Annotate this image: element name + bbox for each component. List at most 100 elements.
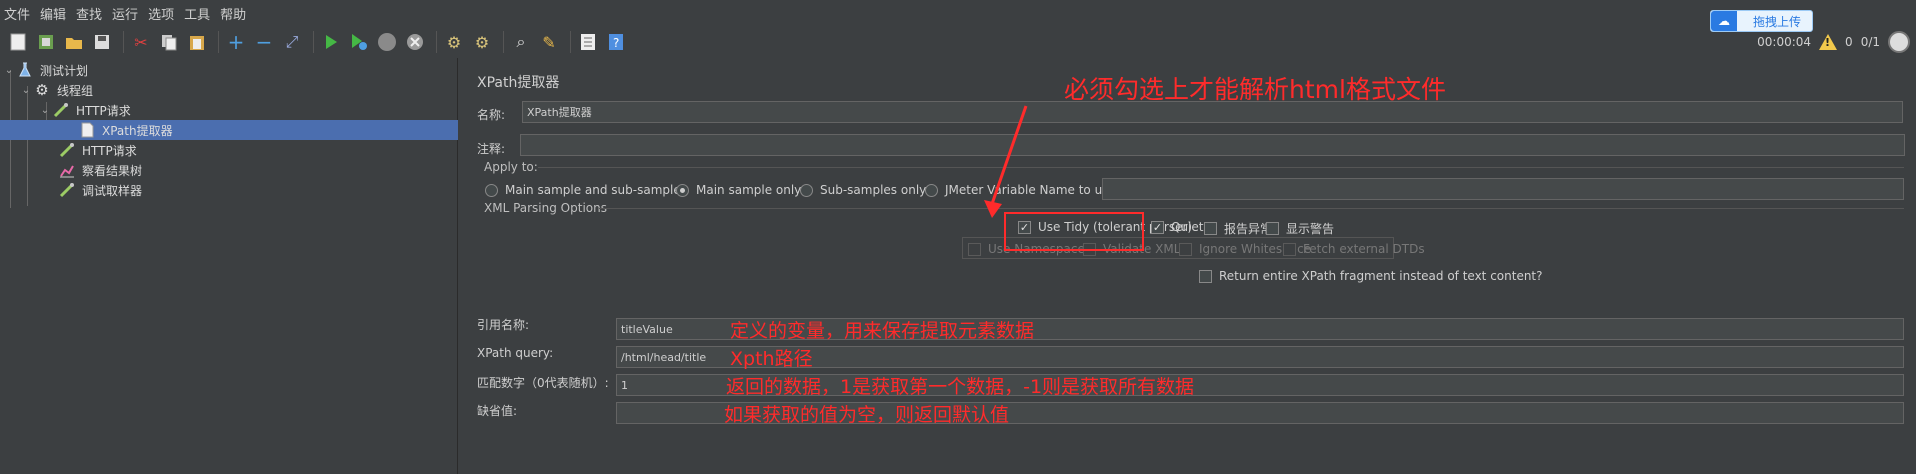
apply-to-title: Apply to: — [484, 160, 538, 174]
clear-all-icon[interactable]: ⚙ — [470, 30, 494, 54]
pipette-icon — [58, 182, 76, 198]
checkbox-indicator — [1266, 222, 1279, 235]
menu-tools[interactable]: 工具 — [184, 4, 210, 23]
chevron-down-icon[interactable]: ⌄ — [2, 65, 16, 76]
apply-main-only-radio[interactable]: Main sample only — [676, 183, 801, 197]
variable-name-input[interactable] — [1102, 178, 1904, 200]
quiet-checkbox[interactable]: ✓ Quiet — [1151, 220, 1203, 234]
tree-item-label: 线程组 — [57, 83, 94, 98]
fetch-dtds-checkbox[interactable]: Fetch external DTDs — [1283, 242, 1425, 256]
menu-bar: 文件 编辑 查找 运行 选项 工具 帮助 — [0, 0, 1916, 26]
start-icon[interactable] — [319, 30, 343, 54]
function-helper-icon[interactable] — [576, 30, 600, 54]
toolbar-separator — [570, 31, 571, 53]
checkbox-label: 显示警告 — [1286, 222, 1335, 236]
test-plan-tree: ⌄ 测试计划 ⌄ ⚙ 线程组 ⌄ HTTP请求 XPath提取器 HTTP请求 … — [0, 58, 458, 474]
pipette-icon — [52, 102, 70, 118]
chevron-down-icon[interactable]: ⌄ — [19, 85, 33, 96]
ref-name-annotation: 定义的变量，用来保存提取元素数据 — [730, 320, 1035, 342]
checkbox-indicator: ✓ — [1151, 220, 1164, 234]
clear-icon[interactable]: ⚙ — [442, 30, 466, 54]
tree-item-test-plan[interactable]: ⌄ 测试计划 — [0, 60, 458, 80]
tree-item-debug-sampler[interactable]: 调试取样器 — [0, 180, 458, 200]
radio-label: Main sample only — [696, 183, 802, 197]
menu-run[interactable]: 运行 — [112, 4, 138, 23]
return-fragment-checkbox[interactable]: Return entire XPath fragment instead of … — [1199, 269, 1543, 283]
svg-text:?: ? — [613, 36, 619, 50]
toolbar: ✂ + − ⤢ ⚙ ⚙ ⌕ ✎ ? — [0, 26, 1916, 58]
xpath-query-label: XPath query: — [477, 346, 554, 360]
chevron-down-icon[interactable]: ⌄ — [38, 105, 52, 116]
checkbox-label: Fetch external DTDs — [1303, 242, 1425, 256]
open-icon[interactable] — [62, 30, 86, 54]
templates-icon[interactable] — [34, 30, 58, 54]
report-errors-checkbox[interactable]: 报告异常 — [1204, 220, 1272, 237]
show-warnings-checkbox[interactable]: 显示警告 — [1266, 220, 1334, 237]
search-icon[interactable]: ⌕ — [509, 30, 533, 54]
tree-item-thread-group[interactable]: ⌄ ⚙ 线程组 — [0, 80, 458, 100]
tree-item-view-results-tree[interactable]: 察看结果树 — [0, 160, 458, 180]
toolbar-separator — [436, 31, 437, 53]
radio-indicator — [485, 183, 498, 197]
remote-globe-icon[interactable] — [1888, 31, 1910, 53]
comment-label: 注释: — [477, 142, 506, 156]
tree-item-http-request-2[interactable]: HTTP请求 — [0, 140, 458, 160]
paste-icon[interactable] — [185, 30, 209, 54]
tree-item-label: HTTP请求 — [76, 103, 131, 118]
menu-options[interactable]: 选项 — [148, 4, 174, 23]
name-label: 名称: — [477, 108, 506, 122]
tidy-highlight-box — [1004, 212, 1144, 251]
help-icon[interactable]: ? — [604, 30, 628, 54]
apply-main-and-sub-radio[interactable]: Main sample and sub-samples — [485, 183, 687, 197]
group-divider — [538, 167, 1904, 168]
cut-icon[interactable]: ✂ — [129, 30, 153, 54]
checkbox-indicator — [1204, 222, 1217, 235]
warning-icon[interactable] — [1819, 34, 1838, 50]
new-icon[interactable] — [6, 30, 30, 54]
toolbar-separator — [503, 31, 504, 53]
radio-indicator — [676, 183, 689, 197]
page-title: XPath提取器 — [477, 75, 560, 91]
menu-search[interactable]: 查找 — [76, 4, 102, 23]
menu-help[interactable]: 帮助 — [220, 4, 246, 23]
tree-item-xpath-extractor[interactable]: XPath提取器 — [0, 120, 458, 140]
gear-icon: ⚙ — [35, 81, 49, 99]
match-annotation: 返回的数据，1是获取第一个数据，-1则是获取所有数据 — [726, 376, 1195, 398]
checkbox-label: Return entire XPath fragment instead of … — [1219, 269, 1543, 283]
pipette-icon — [58, 142, 76, 158]
checkbox-label: 报告异常 — [1224, 222, 1273, 236]
start-no-pause-icon[interactable] — [347, 30, 371, 54]
apply-sub-only-radio[interactable]: Sub-samples only — [800, 183, 926, 197]
group-divider — [599, 208, 1904, 209]
toggle-icon[interactable]: ⤢ — [280, 30, 304, 54]
reset-search-icon[interactable]: ✎ — [537, 30, 561, 54]
copy-icon[interactable] — [157, 30, 181, 54]
tree-item-http-request-1[interactable]: ⌄ HTTP请求 — [0, 100, 458, 120]
tidy-annotation: 必须勾选上才能解析html格式文件 — [1064, 75, 1446, 104]
warning-count: 0 — [1845, 35, 1853, 49]
xpath-annotation: Xpth路径 — [730, 348, 813, 370]
elapsed-timer: 00:00:04 — [1757, 35, 1812, 49]
menu-file[interactable]: 文件 — [4, 4, 30, 23]
comment-field[interactable] — [520, 134, 1905, 156]
tree-item-label: 测试计划 — [40, 63, 89, 78]
radio-label: Main sample and sub-samples — [505, 183, 687, 197]
checkbox-indicator — [968, 242, 981, 256]
checkbox-indicator — [1179, 242, 1192, 256]
menu-edit[interactable]: 编辑 — [40, 4, 66, 23]
chart-icon — [58, 162, 76, 178]
tree-item-label: 调试取样器 — [82, 183, 143, 198]
stop-icon[interactable] — [375, 30, 399, 54]
tree-item-label: HTTP请求 — [82, 143, 137, 158]
expand-icon[interactable]: + — [224, 30, 248, 54]
save-icon[interactable] — [90, 30, 114, 54]
test-plan-icon — [16, 62, 34, 78]
toolbar-separator — [123, 31, 124, 53]
collapse-icon[interactable]: − — [252, 30, 276, 54]
document-icon — [78, 122, 96, 138]
shutdown-icon[interactable] — [403, 30, 427, 54]
ref-name-label: 引用名称: — [477, 318, 530, 332]
xml-options-title: XML Parsing Options — [484, 201, 607, 215]
tree-item-label: XPath提取器 — [102, 123, 173, 138]
checkbox-indicator — [1283, 242, 1296, 256]
